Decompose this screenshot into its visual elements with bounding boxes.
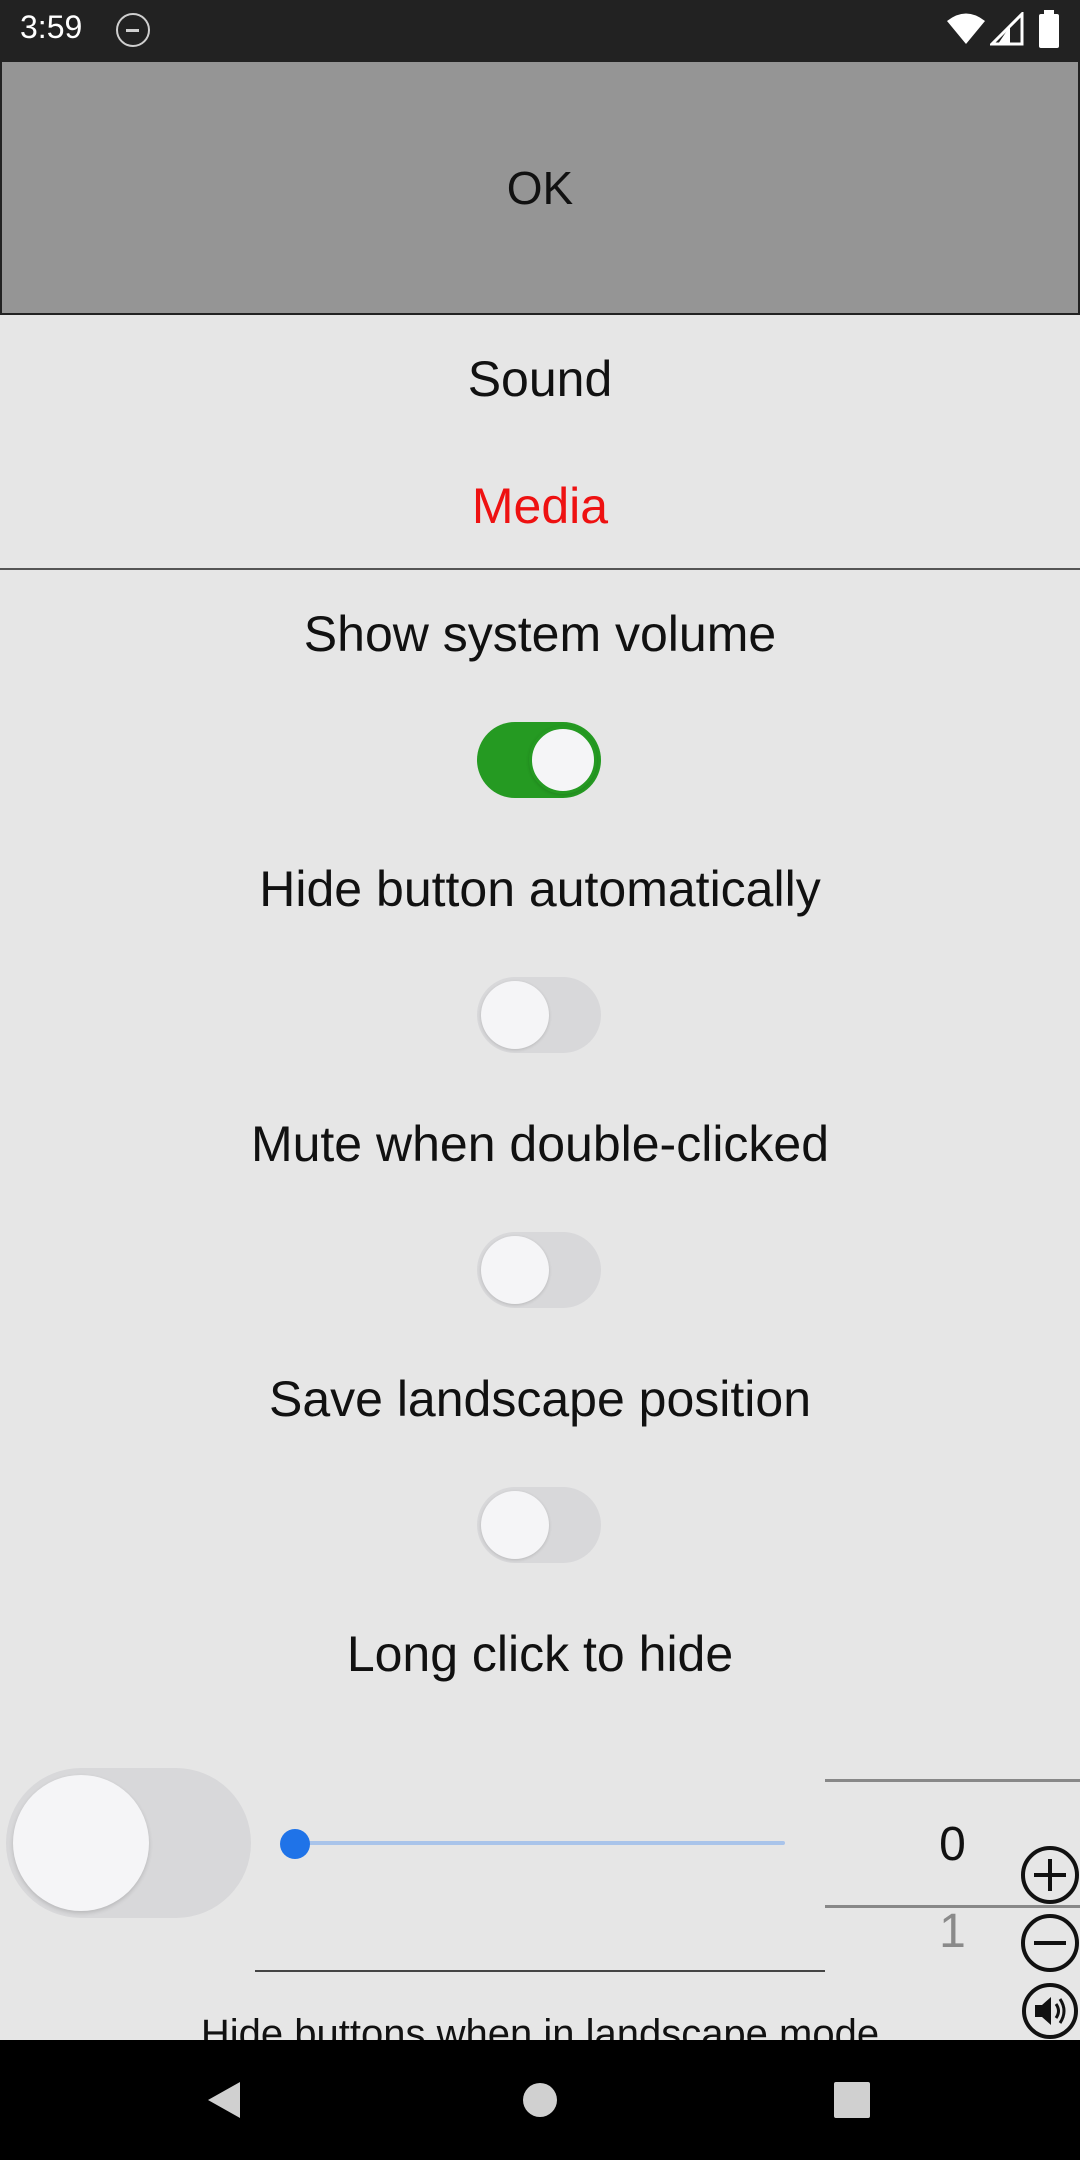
mute-when-double-clicked-switch[interactable]: [477, 1232, 601, 1308]
hide-button-automatically-switch[interactable]: [477, 977, 601, 1053]
navigation-bar: [0, 2040, 1080, 2160]
save-landscape-position-label: Save landscape position: [268, 1371, 812, 1427]
picker-top-line: [825, 1779, 1080, 1782]
home-icon[interactable]: [502, 2062, 578, 2138]
mute-when-double-clicked-label: Mute when double-clicked: [250, 1116, 830, 1172]
slider-thumb[interactable]: [280, 1829, 310, 1859]
recents-icon[interactable]: [814, 2062, 890, 2138]
switch-knob: [529, 726, 597, 794]
minus-circle-icon[interactable]: [1021, 1914, 1079, 1972]
slider-track: [292, 1841, 785, 1845]
status-time: 3:59: [20, 9, 83, 45]
switch-knob: [481, 1491, 549, 1559]
wifi-icon: [947, 13, 985, 44]
do-not-disturb-icon: [116, 13, 150, 47]
tab-divider: [0, 568, 1080, 570]
back-icon[interactable]: [188, 2062, 264, 2138]
tab-media[interactable]: Media: [0, 477, 1080, 535]
switch-knob: [481, 981, 549, 1049]
hide-button-automatically-label: Hide button automatically: [259, 861, 821, 917]
ok-button[interactable]: OK: [0, 60, 1080, 315]
long-click-to-hide-label: Long click to hide: [346, 1626, 734, 1682]
status-bar: 3:59: [0, 0, 1080, 60]
long-click-to-hide-switch[interactable]: [6, 1768, 251, 1918]
signal-icon: [990, 12, 1024, 46]
battery-icon: [1039, 10, 1059, 48]
input-underline: [255, 1970, 825, 1972]
show-system-volume-switch[interactable]: [477, 722, 601, 798]
switch-knob: [481, 1236, 549, 1304]
plus-circle-icon[interactable]: [1021, 1846, 1079, 1904]
size-slider[interactable]: [280, 1828, 785, 1859]
show-system-volume-label: Show system volume: [303, 606, 777, 662]
switch-knob: [13, 1775, 149, 1911]
tab-sound[interactable]: Sound: [0, 350, 1080, 408]
save-landscape-position-switch[interactable]: [477, 1487, 601, 1563]
